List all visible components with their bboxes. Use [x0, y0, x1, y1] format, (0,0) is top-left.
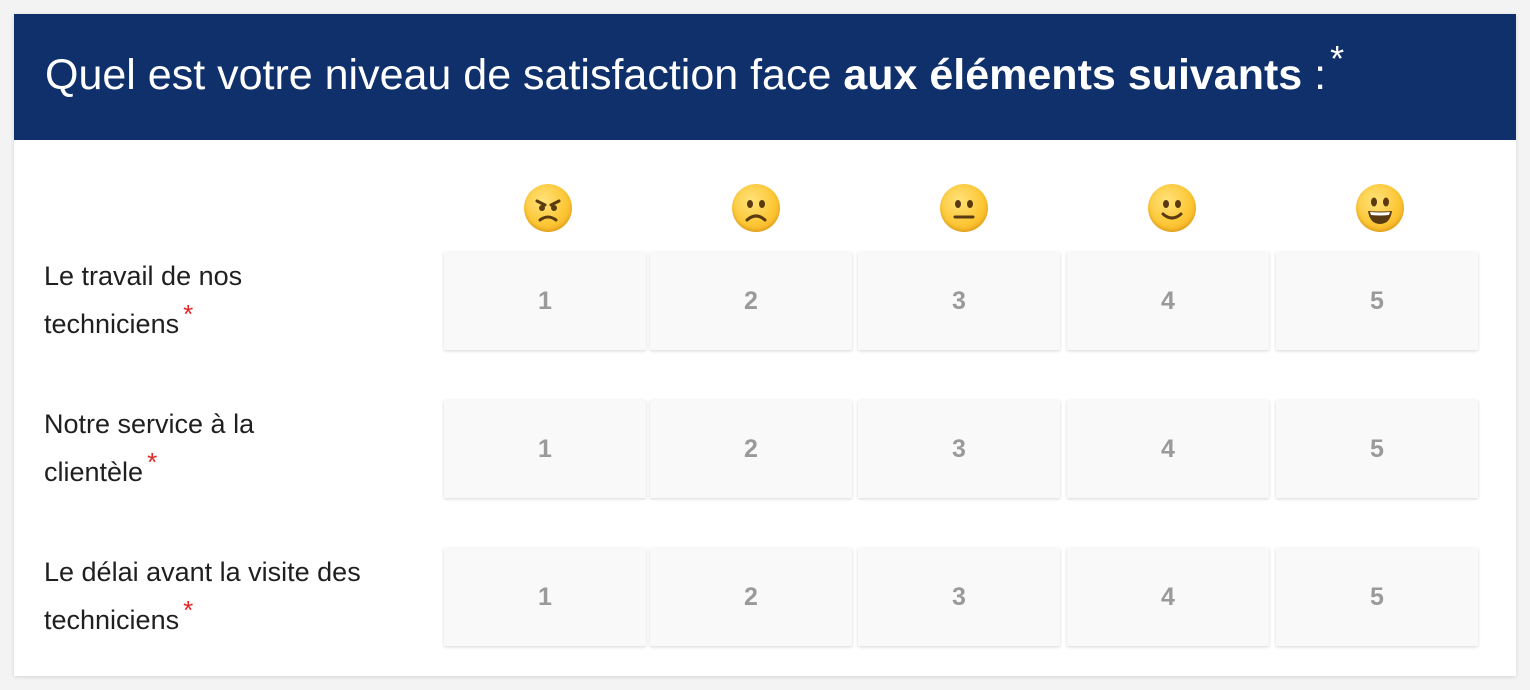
rating-option-5[interactable]: 5 — [1276, 400, 1478, 498]
question-title-text: Quel est votre niveau de satisfaction fa… — [45, 50, 844, 99]
row-label-customer-service: Notre service à la clientèle * — [44, 400, 434, 496]
required-marker: * — [1330, 37, 1345, 79]
rating-option-3[interactable]: 3 — [858, 548, 1060, 646]
row-label-visit-delay: Le délai avant la visite des techniciens… — [44, 548, 434, 644]
rating-option-4[interactable]: 4 — [1067, 400, 1269, 498]
required-marker: * — [183, 595, 194, 625]
row-label-line: Le délai avant la visite des — [44, 557, 361, 587]
grinning-face-icon — [1356, 184, 1404, 232]
rating-option-2[interactable]: 2 — [650, 252, 852, 350]
question-title-suffix: : — [1302, 50, 1327, 99]
neutral-face-icon — [940, 184, 988, 232]
angry-face-icon — [524, 184, 572, 232]
row-label-line: techniciens — [44, 605, 180, 635]
slightly-frowning-face-icon — [732, 184, 780, 232]
rating-option-2[interactable]: 2 — [650, 400, 852, 498]
rating-option-3[interactable]: 3 — [858, 400, 1060, 498]
rating-option-2[interactable]: 2 — [650, 548, 852, 646]
rating-option-5[interactable]: 5 — [1276, 548, 1478, 646]
rating-question-card: Quel est votre niveau de satisfaction fa… — [14, 14, 1516, 676]
rating-grid: Le travail de nos techniciens * 1 2 3 4 5… — [14, 140, 1516, 676]
question-title: Quel est votre niveau de satisfaction fa… — [45, 40, 1344, 99]
row-label-technicians-work: Le travail de nos techniciens * — [44, 252, 434, 348]
question-header: Quel est votre niveau de satisfaction fa… — [14, 14, 1516, 140]
required-marker: * — [147, 447, 158, 477]
rating-option-5[interactable]: 5 — [1276, 252, 1478, 350]
slightly-smiling-face-icon — [1148, 184, 1196, 232]
question-title-bold: aux éléments suivants — [843, 50, 1303, 99]
row-label-line: Notre service à la — [44, 409, 255, 439]
required-marker: * — [183, 299, 194, 329]
rating-option-3[interactable]: 3 — [858, 252, 1060, 350]
row-label-line: Le travail de nos — [44, 261, 243, 291]
rating-option-4[interactable]: 4 — [1067, 548, 1269, 646]
row-label-line: techniciens — [44, 309, 180, 339]
rating-option-4[interactable]: 4 — [1067, 252, 1269, 350]
rating-option-1[interactable]: 1 — [444, 400, 646, 498]
rating-option-1[interactable]: 1 — [444, 548, 646, 646]
rating-option-1[interactable]: 1 — [444, 252, 646, 350]
row-label-line: clientèle — [44, 457, 144, 487]
